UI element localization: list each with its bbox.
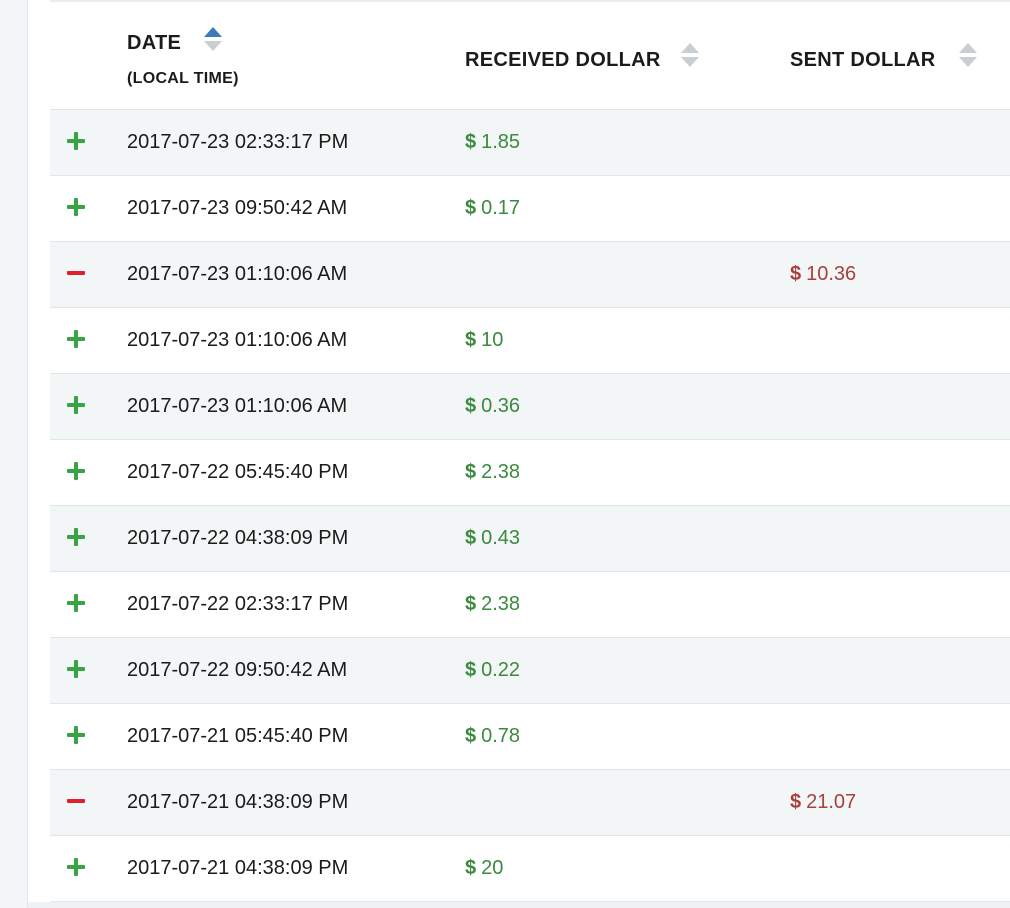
- row-received-amount: $10: [465, 329, 503, 352]
- plus-icon[interactable]: [67, 594, 85, 612]
- transactions-panel: DATE (LOCAL TIME) RECEIVED DOLLAR SENT D…: [28, 0, 1010, 908]
- row-received-amount: $20: [465, 857, 503, 880]
- received-value: 0.36: [481, 395, 521, 417]
- sort-up-icon: [959, 43, 977, 53]
- currency-symbol: $: [465, 197, 477, 219]
- page: DATE (LOCAL TIME) RECEIVED DOLLAR SENT D…: [0, 0, 1010, 908]
- sent-value: 10.36: [806, 263, 857, 285]
- header-sent-dollar[interactable]: SENT DOLLAR: [790, 49, 936, 72]
- row-date: 2017-07-21 04:38:09 PM: [127, 791, 349, 813]
- row-date: 2017-07-23 01:10:06 AM: [127, 263, 348, 285]
- currency-symbol: $: [465, 131, 477, 153]
- row-received-amount: $2.38: [465, 593, 520, 616]
- table-row[interactable]: 2017-07-23 01:10:06 AM $10.36: [50, 242, 1010, 308]
- plus-icon[interactable]: [67, 528, 85, 546]
- plus-icon[interactable]: [67, 330, 85, 348]
- table-header: DATE (LOCAL TIME) RECEIVED DOLLAR SENT D…: [50, 2, 1010, 110]
- minus-icon[interactable]: [67, 264, 85, 282]
- row-date: 2017-07-22 05:45:40 PM: [127, 461, 349, 483]
- plus-icon[interactable]: [67, 660, 85, 678]
- row-date: 2017-07-23 01:10:06 AM: [127, 395, 348, 417]
- row-received-amount: $0.43: [465, 527, 520, 550]
- received-value: 20: [481, 857, 504, 879]
- row-date: 2017-07-22 09:50:42 AM: [127, 659, 348, 681]
- bottom-edge: [28, 902, 1010, 908]
- received-value: 2.38: [481, 593, 521, 615]
- transactions-table: DATE (LOCAL TIME) RECEIVED DOLLAR SENT D…: [50, 0, 1010, 902]
- plus-icon[interactable]: [67, 462, 85, 480]
- sort-received-icon[interactable]: [681, 43, 699, 69]
- sort-up-icon: [681, 43, 699, 53]
- table-row[interactable]: 2017-07-23 01:10:06 AM $0.36: [50, 374, 1010, 440]
- plus-icon[interactable]: [67, 132, 85, 150]
- row-sent-amount: $10.36: [790, 263, 856, 286]
- currency-symbol: $: [465, 857, 477, 879]
- left-gutter: [0, 0, 28, 908]
- received-value: 10: [481, 329, 504, 351]
- sent-value: 21.07: [806, 791, 857, 813]
- row-date: 2017-07-21 04:38:09 PM: [127, 857, 349, 879]
- table-row[interactable]: 2017-07-22 09:50:42 AM $0.22: [50, 638, 1010, 704]
- row-date: 2017-07-22 04:38:09 PM: [127, 527, 349, 549]
- plus-icon[interactable]: [67, 198, 85, 216]
- currency-symbol: $: [465, 329, 477, 351]
- row-date: 2017-07-22 02:33:17 PM: [127, 593, 349, 615]
- row-received-amount: $0.78: [465, 725, 520, 748]
- sort-date-icon[interactable]: [204, 27, 222, 53]
- currency-symbol: $: [465, 461, 477, 483]
- row-received-amount: $1.85: [465, 131, 520, 154]
- sort-up-icon: [204, 27, 222, 37]
- currency-symbol: $: [465, 593, 477, 615]
- plus-icon[interactable]: [67, 858, 85, 876]
- table-row[interactable]: 2017-07-22 04:38:09 PM $0.43: [50, 506, 1010, 572]
- table-row[interactable]: 2017-07-22 05:45:40 PM $2.38: [50, 440, 1010, 506]
- received-value: 0.22: [481, 659, 521, 681]
- received-value: 0.78: [481, 725, 521, 747]
- received-value: 2.38: [481, 461, 521, 483]
- row-received-amount: $0.17: [465, 197, 520, 220]
- table-row[interactable]: 2017-07-21 04:38:09 PM $20: [50, 836, 1010, 902]
- sort-sent-icon[interactable]: [959, 43, 977, 69]
- currency-symbol: $: [465, 659, 477, 681]
- header-date[interactable]: DATE: [127, 32, 181, 55]
- received-value: 0.17: [481, 197, 521, 219]
- sort-down-icon: [204, 41, 222, 51]
- currency-symbol: $: [465, 527, 477, 549]
- currency-symbol: $: [790, 791, 802, 813]
- header-date-subtitle: (LOCAL TIME): [127, 70, 239, 87]
- row-date: 2017-07-23 09:50:42 AM: [127, 197, 348, 219]
- table-row[interactable]: 2017-07-23 02:33:17 PM $1.85: [50, 110, 1010, 176]
- row-date: 2017-07-23 01:10:06 AM: [127, 329, 348, 351]
- table-row[interactable]: 2017-07-23 09:50:42 AM $0.17: [50, 176, 1010, 242]
- table-row[interactable]: 2017-07-21 05:45:40 PM $0.78: [50, 704, 1010, 770]
- table-row[interactable]: 2017-07-22 02:33:17 PM $2.38: [50, 572, 1010, 638]
- row-received-amount: $2.38: [465, 461, 520, 484]
- sort-down-icon: [959, 57, 977, 67]
- currency-symbol: $: [465, 725, 477, 747]
- row-received-amount: $0.36: [465, 395, 520, 418]
- row-date: 2017-07-23 02:33:17 PM: [127, 131, 349, 153]
- table-body: 2017-07-23 02:33:17 PM $1.85 2017-07-23 09…: [50, 110, 1010, 902]
- row-received-amount: $0.22: [465, 659, 520, 682]
- sort-down-icon: [681, 57, 699, 67]
- header-received-dollar[interactable]: RECEIVED DOLLAR: [465, 49, 661, 72]
- received-value: 1.85: [481, 131, 521, 153]
- table-row[interactable]: 2017-07-21 04:38:09 PM $21.07: [50, 770, 1010, 836]
- currency-symbol: $: [465, 395, 477, 417]
- row-sent-amount: $21.07: [790, 791, 856, 814]
- currency-symbol: $: [790, 263, 802, 285]
- table-row[interactable]: 2017-07-23 01:10:06 AM $10: [50, 308, 1010, 374]
- row-date: 2017-07-21 05:45:40 PM: [127, 725, 349, 747]
- plus-icon[interactable]: [67, 396, 85, 414]
- received-value: 0.43: [481, 527, 521, 549]
- plus-icon[interactable]: [67, 726, 85, 744]
- minus-icon[interactable]: [67, 792, 85, 810]
